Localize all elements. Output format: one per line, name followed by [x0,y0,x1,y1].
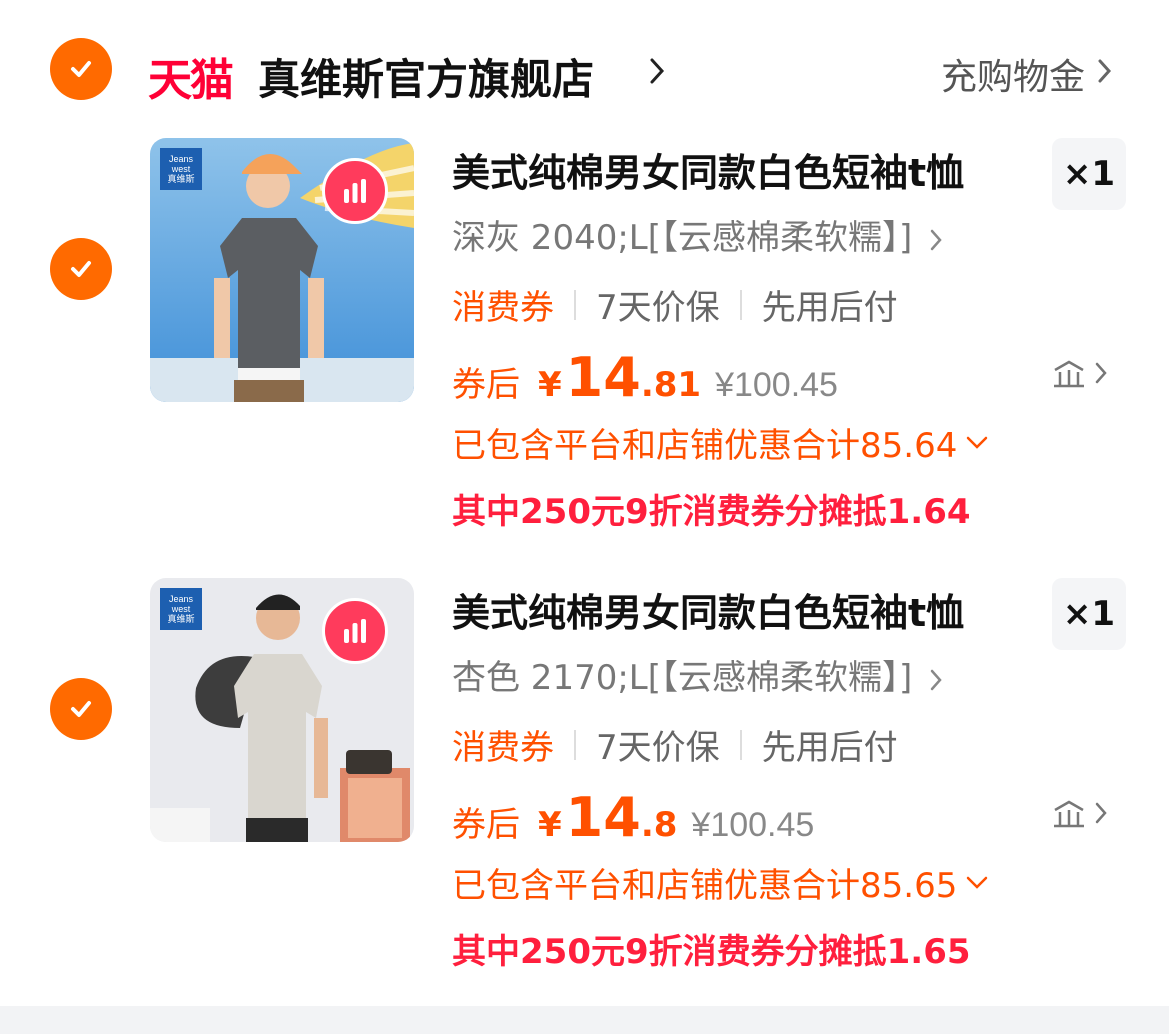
shop-select-checkbox[interactable] [50,38,112,100]
price-trend-button[interactable] [1052,798,1108,828]
chevron-right-icon [1095,362,1107,384]
price-trend-icon [1054,800,1084,828]
cart-item: Jeans west 真维斯 美式纯棉男女同款白色短袖t恤 ×1 深灰 2040… [0,138,1169,578]
price-row: 券后 ¥ 14 .81 ¥100.45 [452,346,838,410]
bottom-divider [0,1006,1169,1034]
tag-pay-later: 先用后付 [761,728,898,768]
quantity-selector[interactable]: ×1 [1052,578,1126,650]
price-trend-icon [1054,360,1084,388]
currency-symbol: ¥ [538,365,562,405]
discount-summary[interactable]: 已包含平台和店铺优惠合计85.64 [452,418,989,467]
chevron-right-icon[interactable] [1097,58,1113,84]
tag-price-protect: 7天价保 [596,288,720,328]
sku-text: 杏色 2170;L[【云感棉柔软糯】] [452,658,913,698]
tag-coupon: 消费券 [452,728,554,768]
price-trend-button[interactable] [1052,358,1108,388]
price-label: 券后 [452,365,520,405]
discount-text: 已包含平台和店铺优惠合计85.64 [452,426,958,466]
brand-text: west [171,604,191,614]
price-decimal: .81 [640,365,702,405]
tag-coupon: 消费券 [452,288,554,328]
shop-name-link[interactable]: 真维斯官方旗舰店 [258,46,594,107]
bar-chart-icon [322,598,388,664]
divider [574,289,576,320]
chevron-right-icon[interactable] [648,56,666,86]
product-image[interactable]: Jeans west 真维斯 [150,578,414,842]
divider [739,289,742,320]
product-title[interactable]: 美式纯棉男女同款白色短袖t恤 [452,582,964,637]
brand-text: Jeans [168,154,194,164]
price-row: 券后 ¥ 14 .8 ¥100.45 [452,786,814,850]
cart-item: Jeans west 真维斯 美式纯棉男女同款白色短袖t恤 ×1 杏色 2170… [0,578,1169,1018]
product-image[interactable]: Jeans west 真维斯 [150,138,414,402]
brand-logo: Jeans west 真维斯 [160,148,202,190]
bar-chart-icon [322,158,388,224]
currency-symbol: ¥ [538,805,562,845]
service-tags: 消费券 7天价保 先用后付 [452,280,898,329]
item-select-checkbox[interactable] [50,678,112,740]
brand-text: Jeans [168,594,194,604]
chevron-down-icon [967,436,988,449]
chevron-right-icon [1095,802,1107,824]
check-icon [71,61,91,77]
brand-text: west [171,164,191,174]
item-select-checkbox[interactable] [50,238,112,300]
check-icon [71,701,91,717]
shop-header: 天猫 真维斯官方旗舰店 充购物金 [0,30,1169,110]
check-icon [71,261,91,277]
divider [739,729,742,760]
price-label: 券后 [452,805,520,845]
recharge-link[interactable]: 充购物金 [941,48,1085,100]
service-tags: 消费券 7天价保 先用后付 [452,720,898,769]
brand-text: 真维斯 [167,174,195,184]
brand-logo: Jeans west 真维斯 [160,588,202,630]
coupon-allocation-text: 其中250元9折消费券分摊抵1.64 [452,492,971,532]
price-integer: 14 [565,786,641,849]
chevron-right-icon [930,229,942,250]
chevron-down-icon [967,876,988,889]
quantity-selector[interactable]: ×1 [1052,138,1126,210]
original-price: ¥100.45 [691,806,815,844]
divider [574,729,576,760]
coupon-allocation-text: 其中250元9折消费券分摊抵1.65 [452,932,971,972]
sku-selector[interactable]: 杏色 2170;L[【云感棉柔软糯】] [452,650,943,699]
price-integer: 14 [565,346,641,409]
tmall-logo: 天猫 [148,55,234,106]
original-price: ¥100.45 [715,366,838,404]
discount-summary[interactable]: 已包含平台和店铺优惠合计85.65 [452,858,989,907]
tag-price-protect: 7天价保 [596,728,720,768]
brand-text: 真维斯 [167,614,195,624]
price-decimal: .8 [640,805,678,845]
discount-text: 已包含平台和店铺优惠合计85.65 [452,866,958,906]
chevron-right-icon [930,669,942,690]
tag-pay-later: 先用后付 [761,288,898,328]
product-title[interactable]: 美式纯棉男女同款白色短袖t恤 [452,142,964,197]
sku-selector[interactable]: 深灰 2040;L[【云感棉柔软糯】] [452,210,943,259]
sku-text: 深灰 2040;L[【云感棉柔软糯】] [452,218,913,258]
